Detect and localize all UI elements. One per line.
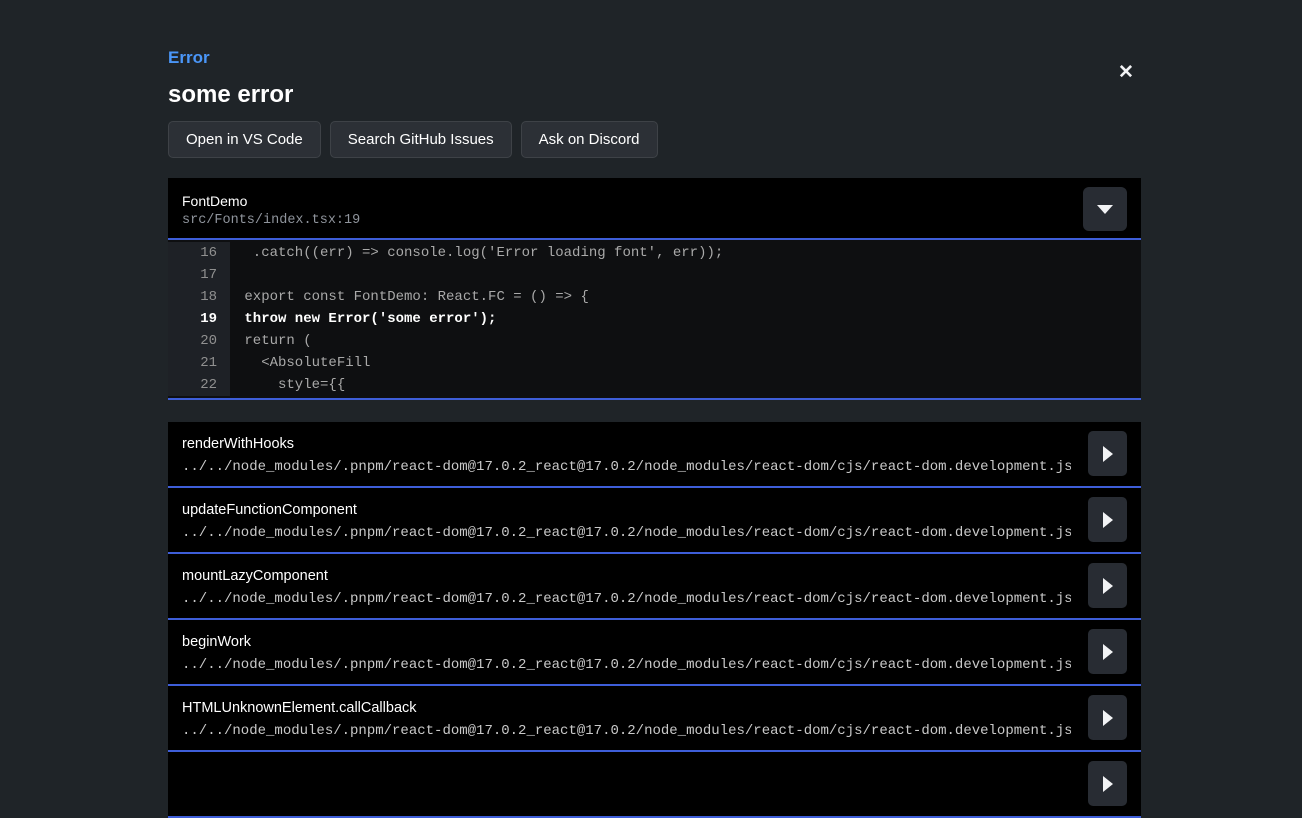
line-number: 17 xyxy=(168,264,230,286)
expand-frame-button[interactable] xyxy=(1088,563,1127,608)
code-line: 22 style={{ xyxy=(168,374,1141,396)
line-source xyxy=(230,264,1141,286)
triangle-right-icon xyxy=(1103,710,1113,726)
line-source: <AbsoluteFill xyxy=(230,352,1141,374)
stack-function-name: HTMLUnknownElement.callCallback xyxy=(182,699,1071,717)
stack-function-name: updateFunctionComponent xyxy=(182,501,1071,519)
stack-frame-partial[interactable] xyxy=(168,752,1141,818)
stack-location: ../../node_modules/.pnpm/react-dom@17.0.… xyxy=(182,722,1071,740)
stack-trace-list: renderWithHooks ../../node_modules/.pnpm… xyxy=(168,422,1141,818)
line-source: throw new Error('some error'); xyxy=(230,308,1141,330)
expand-frame-button[interactable] xyxy=(1088,431,1127,476)
stack-location: ../../node_modules/.pnpm/react-dom@17.0.… xyxy=(182,590,1071,608)
code-line-error: 19 throw new Error('some error'); xyxy=(168,308,1141,330)
stack-frame-htmlunknownelement-callcallback[interactable]: HTMLUnknownElement.callCallback ../../no… xyxy=(168,686,1141,752)
line-number: 22 xyxy=(168,374,230,396)
line-source: style={{ xyxy=(230,374,1141,396)
code-snippet: 16 .catch((err) => console.log('Error lo… xyxy=(168,240,1141,400)
stack-frame-updatefunctioncomponent[interactable]: updateFunctionComponent ../../node_modul… xyxy=(168,488,1141,554)
stack-function-name: beginWork xyxy=(182,633,1071,651)
ask-on-discord-button[interactable]: Ask on Discord xyxy=(521,121,658,158)
action-buttons: Open in VS Code Search GitHub Issues Ask… xyxy=(168,121,1141,158)
code-line: 18 export const FontDemo: React.FC = () … xyxy=(168,286,1141,308)
line-source: .catch((err) => console.log('Error loadi… xyxy=(230,242,1141,264)
code-frame: FontDemo src/Fonts/index.tsx:19 16 .catc… xyxy=(168,178,1141,400)
triangle-right-icon xyxy=(1103,578,1113,594)
code-line: 21 <AbsoluteFill xyxy=(168,352,1141,374)
expand-frame-button[interactable] xyxy=(1088,761,1127,806)
stack-frame-beginwork[interactable]: beginWork ../../node_modules/.pnpm/react… xyxy=(168,620,1141,686)
triangle-right-icon xyxy=(1103,776,1113,792)
stack-frame-renderwithhooks[interactable]: renderWithHooks ../../node_modules/.pnpm… xyxy=(168,422,1141,488)
code-frame-header[interactable]: FontDemo src/Fonts/index.tsx:19 xyxy=(168,178,1141,240)
triangle-down-icon xyxy=(1097,205,1113,214)
stack-location: ../../node_modules/.pnpm/react-dom@17.0.… xyxy=(182,524,1071,542)
triangle-right-icon xyxy=(1103,644,1113,660)
line-source: return ( xyxy=(230,330,1141,352)
error-overlay-content: Error some error Open in VS Code Search … xyxy=(168,0,1141,818)
error-message-title: some error xyxy=(168,81,1141,109)
expand-frame-button[interactable] xyxy=(1088,629,1127,674)
stack-function-name: renderWithHooks xyxy=(182,435,1071,453)
code-line: 17 xyxy=(168,264,1141,286)
frame-location: src/Fonts/index.tsx:19 xyxy=(182,212,1127,230)
collapse-frame-button[interactable] xyxy=(1083,187,1127,231)
open-in-vscode-button[interactable]: Open in VS Code xyxy=(168,121,321,158)
code-line: 16 .catch((err) => console.log('Error lo… xyxy=(168,242,1141,264)
line-source: export const FontDemo: React.FC = () => … xyxy=(230,286,1141,308)
frame-function-name: FontDemo xyxy=(182,192,1127,210)
stack-frame-mountlazycomponent[interactable]: mountLazyComponent ../../node_modules/.p… xyxy=(168,554,1141,620)
line-number: 18 xyxy=(168,286,230,308)
expand-frame-button[interactable] xyxy=(1088,695,1127,740)
stack-location: ../../node_modules/.pnpm/react-dom@17.0.… xyxy=(182,656,1071,674)
line-number: 21 xyxy=(168,352,230,374)
search-github-issues-button[interactable]: Search GitHub Issues xyxy=(330,121,512,158)
expand-frame-button[interactable] xyxy=(1088,497,1127,542)
code-line: 20 return ( xyxy=(168,330,1141,352)
error-overlay: { "overlay": { "kicker": "Error", "title… xyxy=(0,0,1302,776)
error-type-label: Error xyxy=(168,48,1141,68)
triangle-right-icon xyxy=(1103,512,1113,528)
triangle-right-icon xyxy=(1103,446,1113,462)
line-number: 16 xyxy=(168,242,230,264)
stack-location: ../../node_modules/.pnpm/react-dom@17.0.… xyxy=(182,458,1071,476)
line-number: 19 xyxy=(168,308,230,330)
line-number: 20 xyxy=(168,330,230,352)
stack-function-name: mountLazyComponent xyxy=(182,567,1071,585)
